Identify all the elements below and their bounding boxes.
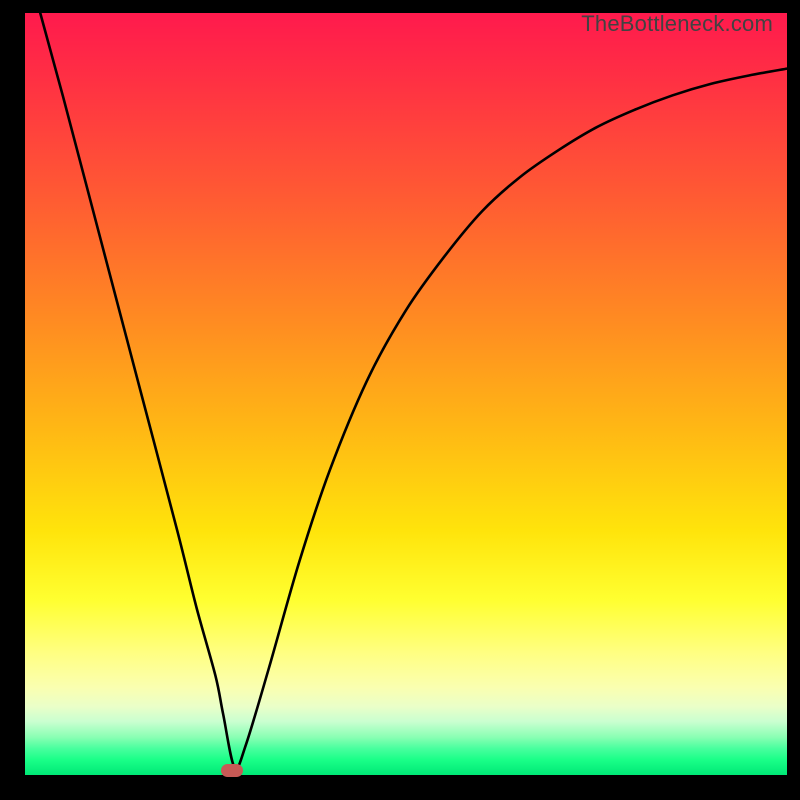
optimum-marker [221,764,243,777]
chart-frame: TheBottleneck.com [13,13,787,787]
chart-plot-area: TheBottleneck.com [25,13,787,775]
bottleneck-curve [25,13,787,775]
